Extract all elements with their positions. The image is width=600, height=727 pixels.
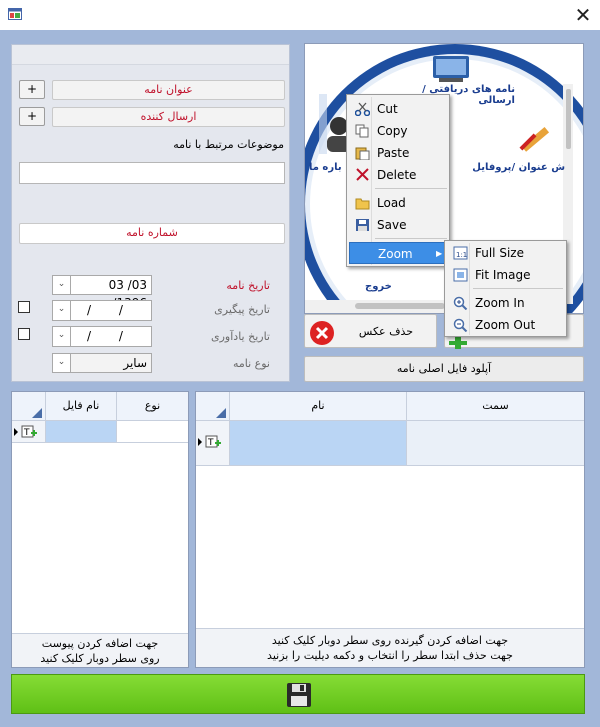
followup-date-dropdown[interactable]: ⌄	[52, 300, 71, 321]
delete-red-icon	[310, 321, 334, 345]
related-topics-label: موضوعات مرتبط با نامه	[173, 138, 284, 151]
col-header-file-name[interactable]: نام فایل	[46, 392, 117, 421]
reminder-date-dropdown[interactable]: ⌄	[52, 326, 71, 347]
menu-separator	[375, 188, 447, 189]
cell-type[interactable]	[117, 421, 188, 443]
menu-label-full-size: Full Size	[475, 246, 524, 260]
menu-label-cut: Cut	[377, 102, 398, 116]
zoom-in-icon	[453, 296, 468, 310]
zoom-submenu: 1:1 Full Size Fit Image Zoom In Zoom Out	[444, 240, 567, 337]
letter-date-label: تاریخ نامه	[226, 279, 270, 292]
menu-item-delete[interactable]: Delete	[349, 164, 447, 186]
followup-date-field[interactable]: / /	[70, 300, 152, 321]
menu-item-load[interactable]: Load	[349, 192, 447, 214]
panel-header	[12, 45, 289, 65]
attachments-corner-header[interactable]	[12, 392, 46, 421]
add-sender-button[interactable]: +	[19, 107, 45, 126]
add-green-icon	[449, 337, 467, 349]
menu-separator	[375, 238, 447, 239]
reminder-date-checkbox[interactable]	[18, 328, 30, 340]
new-row-indicator[interactable]: T	[196, 421, 230, 466]
menu-label-zoom-out: Zoom Out	[475, 318, 536, 332]
letter-number-input[interactable]: شماره نامه	[19, 223, 285, 244]
title-bar	[0, 0, 600, 30]
fit-image-icon	[453, 268, 468, 282]
menu-item-paste[interactable]: Paste	[349, 142, 447, 164]
save-button[interactable]	[11, 674, 585, 714]
menu-label-copy: Copy	[377, 124, 408, 138]
menu-item-zoom-out[interactable]: Zoom Out	[447, 314, 564, 336]
menu-label-zoom-in: Zoom In	[475, 296, 525, 310]
letter-type-dropdown-arrow[interactable]: ⌄	[52, 353, 71, 373]
menu-item-zoom-in[interactable]: Zoom In	[447, 292, 564, 314]
attachments-help-note: جهت اضافه کردن پیوست روی سطر دوبار کلیک …	[12, 633, 188, 667]
add-subject-button[interactable]: +	[19, 80, 45, 99]
sender-button[interactable]: ارسال کننده	[52, 107, 285, 127]
scissors-icon	[355, 102, 370, 116]
app-icon	[8, 8, 22, 20]
menu-item-full-size[interactable]: 1:1 Full Size	[447, 242, 564, 264]
menu-label-load: Load	[377, 196, 406, 210]
image-context-menu: Cut Copy Paste Delete Load Save Zoom ▶	[346, 94, 450, 267]
followup-date-label: تاریخ پیگیری	[214, 303, 270, 316]
col-header-type[interactable]: نوع	[117, 392, 188, 421]
menu-item-save[interactable]: Save	[349, 214, 447, 236]
subject-button[interactable]: عنوان نامه	[52, 80, 285, 100]
reminder-date-label: تاریخ یادآوری	[211, 330, 270, 343]
related-topics-input[interactable]	[19, 162, 285, 184]
recipients-corner-header[interactable]	[196, 392, 230, 421]
zoom-out-icon	[453, 318, 468, 332]
copy-icon	[355, 124, 369, 138]
recipients-grid[interactable]: نام سمت T جهت اضافه کردن گیرنده روی سطر …	[195, 391, 585, 668]
save-disk-icon	[356, 219, 369, 231]
delete-photo-button[interactable]: حذف عکس	[304, 314, 437, 348]
letter-type-label: نوع نامه	[232, 357, 270, 370]
sort-triangle-icon	[32, 408, 42, 418]
recipients-help-note: جهت اضافه کردن گیرنده روی سطر دوبار کلیک…	[196, 628, 584, 667]
recipients-help-line2: جهت حذف ابتدا سطر را انتخاب و دکمه دیلیت…	[267, 649, 513, 662]
menu-separator	[473, 288, 563, 289]
menu-label-save: Save	[377, 218, 407, 232]
close-window-button[interactable]: ✕	[570, 3, 596, 27]
col-header-name[interactable]: نام	[230, 392, 407, 421]
save-disk-icon	[287, 683, 311, 707]
attachments-help-line1: جهت اضافه کردن پیوست	[41, 637, 159, 650]
menu-item-zoom[interactable]: Zoom ▶	[349, 242, 447, 264]
reminder-date-field[interactable]: / /	[70, 326, 152, 347]
letter-date-dropdown[interactable]: ⌄	[52, 275, 71, 295]
paste-icon	[355, 147, 370, 160]
letter-type-select[interactable]: سایر	[70, 353, 152, 373]
col-header-position[interactable]: سمت	[407, 392, 584, 421]
cell-position[interactable]	[407, 421, 584, 466]
submenu-arrow-icon: ▶	[436, 249, 443, 258]
folder-icon	[355, 198, 370, 210]
attachments-help-line2: روی سطر دوبار کلیک کنید	[40, 652, 160, 665]
svg-text:1:1: 1:1	[456, 251, 467, 259]
menu-item-cut[interactable]: Cut	[349, 98, 447, 120]
followup-date-checkbox[interactable]	[18, 301, 30, 313]
menu-label-delete: Delete	[377, 168, 417, 182]
menu-label-zoom: Zoom	[378, 247, 413, 261]
svg-text:T: T	[207, 438, 214, 448]
menu-label-paste: Paste	[377, 146, 410, 160]
upload-original-file-button[interactable]: آپلود فایل اصلی نامه	[304, 356, 584, 382]
new-row-icon: T	[14, 425, 37, 438]
menu-item-copy[interactable]: Copy	[349, 120, 447, 142]
letter-date-field[interactable]: 03 /03 /1396	[70, 275, 152, 310]
new-row-indicator[interactable]: T	[12, 421, 46, 443]
menu-label-fit-image: Fit Image	[475, 268, 531, 282]
new-row-icon: T	[198, 435, 221, 448]
recipients-help-line1: جهت اضافه کردن گیرنده روی سطر دوبار کلیک…	[271, 634, 509, 647]
cell-file-name[interactable]	[46, 421, 117, 443]
attachments-grid[interactable]: نام فایل نوع T جهت اضافه کردن پیوست روی …	[11, 391, 189, 668]
delete-x-icon	[356, 168, 369, 181]
delete-photo-label: حذف عکس	[358, 325, 414, 338]
exit-caption: خروج	[365, 281, 392, 292]
svg-text:T: T	[23, 428, 30, 438]
profile-caption: ش عنوان /پروفایل	[472, 162, 565, 173]
cell-name[interactable]	[230, 421, 407, 466]
sort-triangle-icon	[216, 408, 226, 418]
menu-item-fit-image[interactable]: Fit Image	[447, 264, 564, 286]
full-size-icon: 1:1	[453, 246, 468, 260]
